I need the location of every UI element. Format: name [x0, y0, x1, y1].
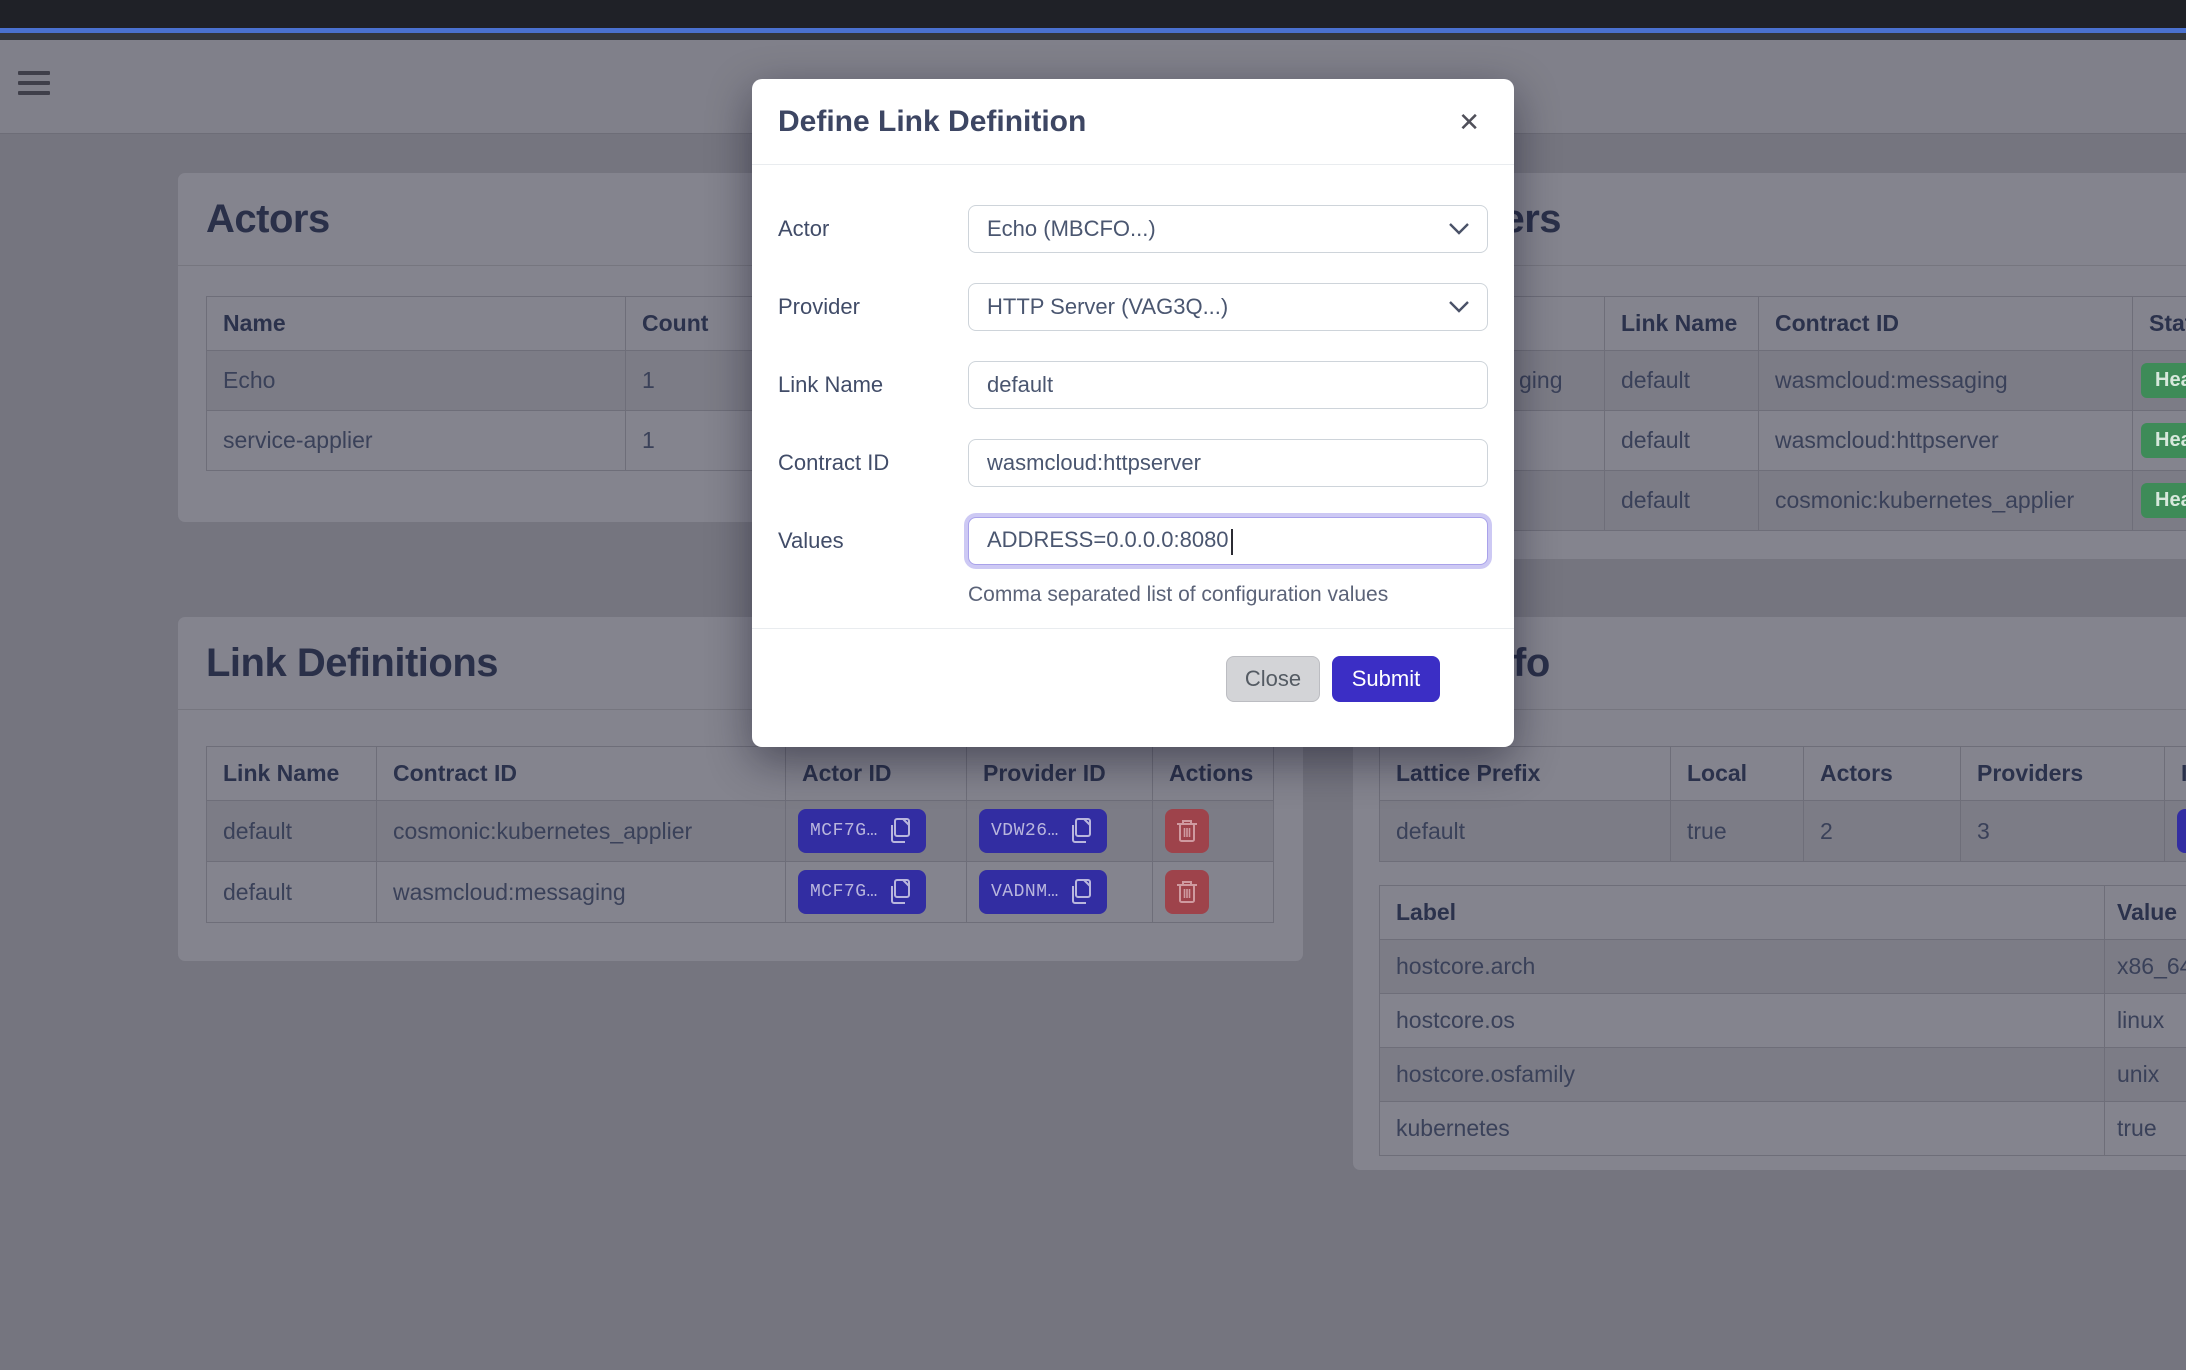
linkdef-contract-id: wasmcloud:messaging [377, 862, 786, 923]
host-label: kubernetes [1380, 1102, 2105, 1156]
lattice-col-prefix: Lattice Prefix [1380, 747, 1671, 801]
provider-link-name: default [1605, 351, 1759, 411]
chevron-down-icon [1449, 301, 1469, 313]
host-id-copy-button[interactable]: N [2177, 809, 2186, 853]
modal-title: Define Link Definition [778, 105, 1086, 139]
top-chrome-shadow [0, 33, 2186, 40]
table-row: default cosmonic:kubernetes_applier MCF7… [207, 801, 1274, 862]
top-chrome-bar [0, 0, 2186, 28]
linkdef-col-provider-id: Provider ID [967, 747, 1153, 801]
table-row: hostcore.os linux [1380, 994, 2186, 1048]
link-name-input[interactable]: default [968, 361, 1488, 409]
actor-select[interactable]: Echo (MBCFO...) [968, 205, 1488, 253]
provider-link-name: default [1605, 411, 1759, 471]
labels-col-label: Label [1380, 886, 2105, 940]
provider-link-name: default [1605, 471, 1759, 531]
actor-name: service-applier [207, 411, 626, 471]
labels-col-value: Value [2105, 886, 2186, 940]
actor-id-copy-button[interactable]: MCF7G… [798, 809, 926, 853]
close-icon[interactable]: ✕ [1452, 105, 1486, 139]
provider-id-copy-button[interactable]: VADNM… [979, 870, 1107, 914]
contract-id-label: Contract ID [778, 450, 968, 476]
table-row: default wasmcloud:messaging MCF7G… VADNM… [207, 862, 1274, 923]
linkdef-col-contract-id: Contract ID [377, 747, 786, 801]
table-row: hostcore.osfamily unix [1380, 1048, 2186, 1102]
trash-icon [1175, 818, 1199, 844]
provider-select[interactable]: HTTP Server (VAG3Q...) [968, 283, 1488, 331]
providers-col-status: Status [2133, 297, 2186, 351]
actor-id-copy-button[interactable]: MCF7G… [798, 870, 926, 914]
submit-button[interactable]: Submit [1332, 656, 1440, 702]
provider-contract-id: wasmcloud:httpserver [1759, 411, 2133, 471]
link-name-label: Link Name [778, 372, 968, 398]
status-badge: Healthy [2141, 423, 2186, 458]
linkdef-link-name: default [207, 862, 377, 923]
lattice-col-providers: Providers [1961, 747, 2165, 801]
screen: Actors Name Count Echo 1 service-applier… [0, 0, 2186, 1370]
copy-icon [888, 817, 914, 845]
table-row: default true 2 3 N [1380, 801, 2186, 862]
linkdef-col-actor-id: Actor ID [786, 747, 967, 801]
status-badge: Healthy [2141, 363, 2186, 398]
linkdef-link-name: default [207, 801, 377, 862]
copy-icon [1069, 817, 1095, 845]
providers-col-link-name: Link Name [1605, 297, 1759, 351]
host-label: hostcore.osfamily [1380, 1048, 2105, 1102]
values-input[interactable]: ADDRESS=0.0.0.0:8080 [968, 517, 1488, 565]
trash-icon [1175, 879, 1199, 905]
lattice-actors: 2 [1804, 801, 1961, 862]
linkdef-col-actions: Actions [1153, 747, 1274, 801]
copy-icon [888, 878, 914, 906]
close-button[interactable]: Close [1226, 656, 1320, 702]
lattice-prefix: default [1380, 801, 1671, 862]
host-value: true [2105, 1102, 2186, 1156]
host-value: linux [2105, 994, 2186, 1048]
table-row: hostcore.arch x86_64 [1380, 940, 2186, 994]
text-caret [1231, 529, 1233, 555]
host-label: hostcore.arch [1380, 940, 2105, 994]
lattice-local: true [1671, 801, 1804, 862]
delete-linkdef-button[interactable] [1165, 870, 1209, 914]
status-badge: Healthy [2141, 483, 2186, 518]
lattice-col-id: ID [2165, 747, 2186, 801]
linkdef-contract-id: cosmonic:kubernetes_applier [377, 801, 786, 862]
lattice-col-local: Local [1671, 747, 1804, 801]
linkdef-col-link-name: Link Name [207, 747, 377, 801]
contract-id-input[interactable]: wasmcloud:httpserver [968, 439, 1488, 487]
host-label: hostcore.os [1380, 994, 2105, 1048]
provider-contract-id: wasmcloud:messaging [1759, 351, 2133, 411]
lattice-providers: 3 [1961, 801, 2165, 862]
host-value: x86_64 [2105, 940, 2186, 994]
actor-name: Echo [207, 351, 626, 411]
table-row: kubernetes true [1380, 1102, 2186, 1156]
define-link-definition-modal: Define Link Definition ✕ Actor Echo (MBC… [752, 79, 1514, 747]
host-value: unix [2105, 1048, 2186, 1102]
hamburger-menu-icon[interactable] [18, 71, 52, 101]
lattice-table: Lattice Prefix Local Actors Providers ID… [1379, 746, 2186, 862]
providers-col-contract-id: Contract ID [1759, 297, 2133, 351]
provider-label: Provider [778, 294, 968, 320]
copy-icon [1069, 878, 1095, 906]
values-label: Values [778, 528, 968, 554]
provider-contract-id: cosmonic:kubernetes_applier [1759, 471, 2133, 531]
provider-id-copy-button[interactable]: VDW26… [979, 809, 1107, 853]
link-definitions-table: Link Name Contract ID Actor ID Provider … [206, 746, 1274, 923]
actors-col-name: Name [207, 297, 626, 351]
chevron-down-icon [1449, 223, 1469, 235]
delete-linkdef-button[interactable] [1165, 809, 1209, 853]
actor-label: Actor [778, 216, 968, 242]
values-helper-text: Comma separated list of configuration va… [968, 583, 1488, 607]
host-labels-table: Label Value hostcore.arch x86_64 hostcor… [1379, 885, 2186, 1156]
lattice-col-actors: Actors [1804, 747, 1961, 801]
